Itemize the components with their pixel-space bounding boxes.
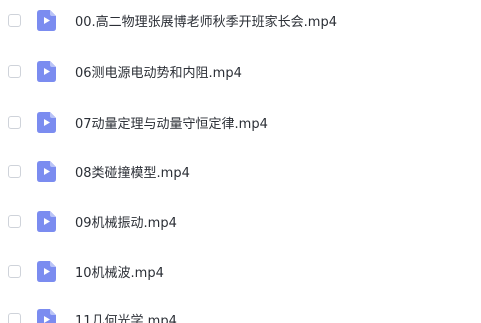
file-list: 00.高二物理张展博老师秋季开班家长会.mp4 06测电源电动势和内阻.mp4 … xyxy=(0,0,481,323)
video-file-icon xyxy=(37,260,56,282)
list-item[interactable]: 07动量定理与动量守恒定律.mp4 xyxy=(0,104,481,140)
row-checkbox[interactable] xyxy=(8,264,21,278)
list-item[interactable]: 10机械波.mp4 xyxy=(0,253,481,289)
video-file-icon xyxy=(37,308,56,323)
row-checkbox[interactable] xyxy=(8,312,21,323)
row-checkbox[interactable] xyxy=(8,115,21,129)
file-name: 11几何光学.mp4 xyxy=(75,313,177,323)
file-name: 06测电源电动势和内阻.mp4 xyxy=(75,65,242,81)
file-name: 07动量定理与动量守恒定律.mp4 xyxy=(75,116,268,132)
file-name: 10机械波.mp4 xyxy=(75,265,164,281)
video-file-icon xyxy=(37,210,56,232)
video-file-icon xyxy=(37,9,56,31)
row-checkbox[interactable] xyxy=(8,214,21,228)
list-item[interactable]: 08类碰撞模型.mp4 xyxy=(0,153,481,189)
list-item[interactable]: 11几何光学.mp4 xyxy=(0,301,481,323)
video-file-icon xyxy=(37,160,56,182)
video-file-icon xyxy=(37,111,56,133)
video-file-icon xyxy=(37,60,56,82)
list-item[interactable]: 00.高二物理张展博老师秋季开班家长会.mp4 xyxy=(0,2,481,38)
row-checkbox[interactable] xyxy=(8,64,21,78)
file-name: 09机械振动.mp4 xyxy=(75,215,177,231)
row-checkbox[interactable] xyxy=(8,13,21,27)
file-name: 00.高二物理张展博老师秋季开班家长会.mp4 xyxy=(75,14,337,30)
list-item[interactable]: 09机械振动.mp4 xyxy=(0,203,481,239)
row-checkbox[interactable] xyxy=(8,164,21,178)
file-name: 08类碰撞模型.mp4 xyxy=(75,165,190,181)
list-item[interactable]: 06测电源电动势和内阻.mp4 xyxy=(0,53,481,89)
